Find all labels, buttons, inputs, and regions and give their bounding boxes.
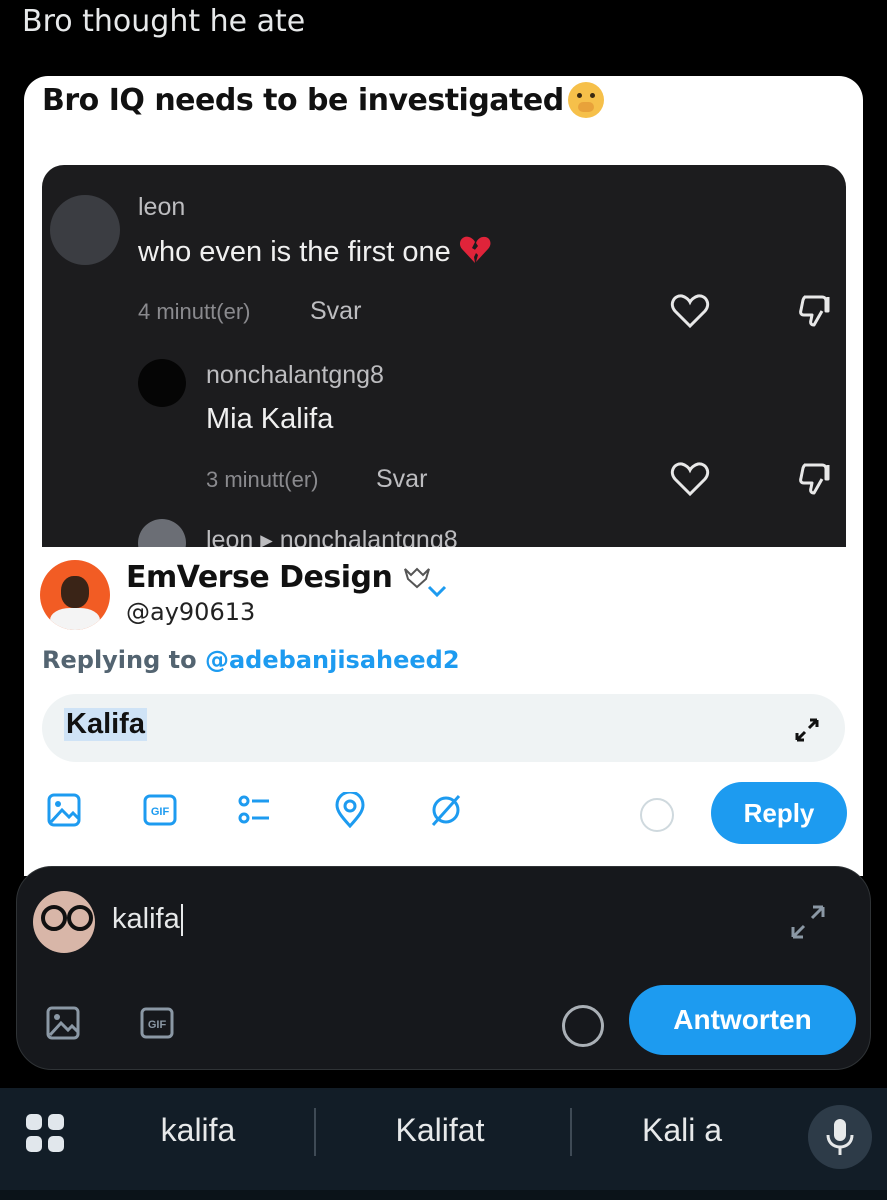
expand-icon xyxy=(795,718,819,742)
heart-icon xyxy=(670,462,710,497)
reply-composer: kalifa GIF Antworten xyxy=(16,866,871,1070)
avatar xyxy=(40,560,110,630)
keyboard-suggestion-bar: kalifa Kalifat Kali a xyxy=(0,1088,887,1200)
expand-icon[interactable] xyxy=(789,903,827,941)
microphone-icon xyxy=(826,1119,854,1155)
tweet-text: Bro thought he ate xyxy=(22,4,306,39)
comment-avatar xyxy=(138,519,186,547)
reply-toolbar: GIF Reply xyxy=(42,778,847,844)
replying-to: Replying to @adebanjisaheed2 xyxy=(42,646,460,674)
svg-text:GIF: GIF xyxy=(151,806,170,818)
meme-title-text: Bro IQ needs to be investigated xyxy=(42,82,564,118)
reply-input-value: Kalifa xyxy=(64,708,147,741)
comment-avatar xyxy=(138,359,186,407)
suggestion-1[interactable]: kalifa xyxy=(108,1112,288,1149)
progress-circle-icon xyxy=(562,1005,604,1047)
replying-to-handle-link: @adebanjisaheed2 xyxy=(204,646,460,674)
apps-grid-icon[interactable] xyxy=(26,1114,66,1154)
dislike-icon xyxy=(799,463,830,495)
meme-title: Bro IQ needs to be investigated xyxy=(42,82,604,118)
grok-icon xyxy=(431,794,461,827)
reply-input: Kalifa xyxy=(42,694,845,762)
comments-screenshot: leon who even is the first one 4 minutt(… xyxy=(42,165,846,547)
username-handle: @ay90613 xyxy=(126,598,256,626)
comment-avatar xyxy=(50,195,120,265)
image-icon xyxy=(47,793,81,827)
avatar[interactable] xyxy=(33,891,95,953)
shushing-face-emoji-icon xyxy=(567,82,604,118)
microphone-button[interactable] xyxy=(808,1105,872,1169)
gif-icon: GIF xyxy=(143,794,177,826)
reply-input[interactable]: kalifa xyxy=(112,903,183,937)
comment-username: leon xyxy=(138,193,186,221)
divider xyxy=(570,1108,572,1156)
comment-reply-link: Svar xyxy=(310,297,362,325)
broken-heart-icon xyxy=(459,236,491,263)
image-icon[interactable] xyxy=(45,1005,81,1041)
progress-circle-icon xyxy=(640,798,674,832)
keyboard-keys-row-edge xyxy=(0,1190,887,1200)
poll-icon xyxy=(238,795,269,824)
comment-reply-link: Svar xyxy=(376,465,428,493)
reply-input-value[interactable]: kalifa xyxy=(112,903,180,935)
meme-image[interactable]: Bro IQ needs to be investigated leon who… xyxy=(24,76,863,876)
comment-text: who even is the first one xyxy=(138,235,491,269)
display-name: EmVerse Design xyxy=(126,560,432,595)
comment-time: 3 minutt(er) xyxy=(206,467,319,492)
reply-button: Reply xyxy=(711,782,847,844)
comment-username: leon ▸ nonchalantgng8 xyxy=(206,526,458,547)
chevron-down-icon xyxy=(427,585,447,598)
reply-button[interactable]: Antworten xyxy=(629,985,856,1055)
heart-icon xyxy=(670,294,710,329)
svg-text:GIF: GIF xyxy=(148,1019,167,1031)
dislike-icon xyxy=(799,295,830,327)
text-caret xyxy=(180,904,183,937)
comment-time: 4 minutt(er) xyxy=(138,299,251,324)
comment-text: Mia Kalifa xyxy=(206,403,334,435)
suggestion-2[interactable]: Kalifat xyxy=(350,1112,530,1149)
suggestion-3[interactable]: Kali a xyxy=(592,1112,772,1149)
comment-username: nonchalantgng8 xyxy=(206,361,384,389)
gif-icon[interactable]: GIF xyxy=(139,1005,175,1041)
location-icon xyxy=(335,792,365,828)
divider xyxy=(314,1108,316,1156)
